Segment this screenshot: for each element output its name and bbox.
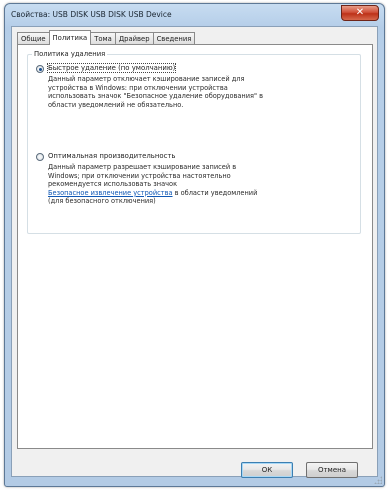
better-performance-description: Данный параметр разрешает кэширование за… bbox=[48, 163, 348, 206]
dialog-client-area: Общие Политика Тома Драйвер Сведения Пол… bbox=[11, 26, 378, 478]
quick-removal-radio[interactable] bbox=[36, 65, 44, 73]
quick-removal-desc-line: Данный параметр отключает кэширование за… bbox=[48, 75, 245, 83]
tab-policy[interactable]: Политика bbox=[48, 30, 92, 45]
tab-strip: Общие Политика Тома Драйвер Сведения bbox=[17, 30, 196, 45]
removal-policy-group-title: Политика удаления bbox=[32, 50, 108, 58]
quick-removal-desc-line: области уведомлений не обязательно. bbox=[48, 100, 184, 109]
quick-removal-desc-line: устройства в Windows: при отключении уст… bbox=[48, 83, 228, 92]
cancel-button[interactable]: Отмена bbox=[306, 462, 358, 478]
quick-removal-label[interactable]: Быстрое удаление (по умолчанию) bbox=[46, 63, 177, 73]
properties-dialog: Свойства: USB DISK USB DISK USB Device ✕… bbox=[4, 3, 385, 487]
window-title: Свойства: USB DISK USB DISK USB Device bbox=[11, 10, 172, 19]
better-performance-desc-line: рекомендуется использовать значок bbox=[48, 180, 178, 189]
better-performance-radio[interactable] bbox=[36, 153, 44, 161]
removal-policy-group: Политика удаления Быстрое удаление (по у… bbox=[27, 50, 361, 234]
quick-removal-desc-line: использовать значок "Безопасное удаление… bbox=[48, 92, 263, 101]
better-performance-desc-line: (для безопасного отключения) bbox=[48, 197, 156, 206]
after-link-text: в области уведомлений bbox=[172, 188, 258, 197]
quick-removal-description: Данный параметр отключает кэширование за… bbox=[48, 75, 348, 109]
close-button[interactable]: ✕ bbox=[341, 5, 379, 21]
resize-grip[interactable] bbox=[374, 476, 382, 484]
safely-remove-hardware-link[interactable]: Безопасное извлечение устройства bbox=[48, 189, 173, 197]
quick-removal-option[interactable]: Быстрое удаление (по умолчанию) bbox=[36, 63, 356, 74]
ok-button[interactable]: ОК bbox=[241, 462, 293, 478]
title-bar[interactable]: Свойства: USB DISK USB DISK USB Device ✕ bbox=[5, 4, 384, 26]
better-performance-desc-line: Данный параметр разрешает кэширование за… bbox=[48, 163, 237, 171]
better-performance-desc-line: Windows; при отключении устройства насто… bbox=[48, 171, 231, 180]
better-performance-link-line: Безопасное извлечение устройства в облас… bbox=[48, 189, 348, 198]
policy-tab-panel: Политика удаления Быстрое удаление (по у… bbox=[17, 44, 373, 449]
better-performance-option[interactable]: Оптимальная производительность bbox=[36, 152, 356, 162]
better-performance-label[interactable]: Оптимальная производительность bbox=[48, 152, 175, 160]
close-icon: ✕ bbox=[355, 7, 365, 18]
